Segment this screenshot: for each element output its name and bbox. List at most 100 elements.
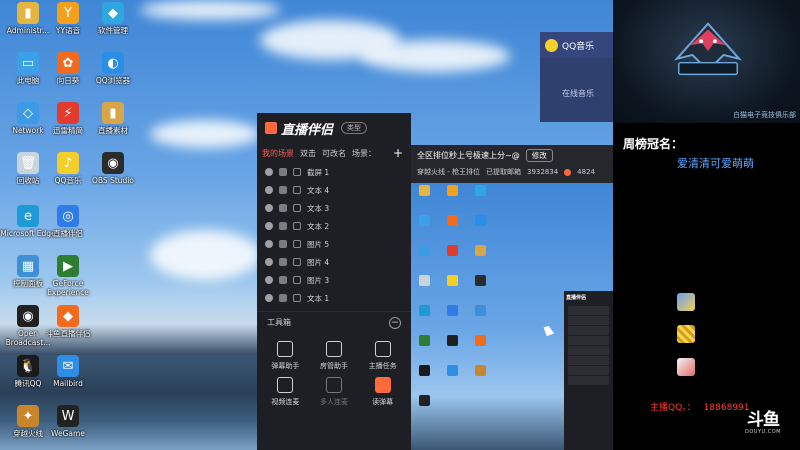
tool-label: 读弹幕 (372, 398, 394, 406)
desktop-icon[interactable]: ◎ 直播伴侣 (40, 205, 96, 239)
tool-label: 房管助手 (319, 362, 348, 370)
lock-icon[interactable] (279, 258, 287, 266)
app-icon: ◉ (17, 305, 39, 327)
lock-icon[interactable] (279, 204, 287, 212)
scene-item[interactable]: 文本 1 (257, 289, 411, 307)
tab-my-scenes[interactable]: 我的场景 (262, 148, 294, 159)
qq-music-tab[interactable]: 在线音乐 (540, 58, 613, 99)
desktop-icon[interactable]: ◐ QQ浏览器 (85, 52, 141, 86)
preview-app-icon (446, 335, 458, 346)
visibility-icon[interactable] (265, 240, 273, 248)
visibility-icon[interactable] (265, 204, 273, 212)
desktop-icon[interactable]: ◆ 斗鱼直播伴侣 (40, 305, 96, 339)
lock-icon[interactable] (279, 294, 287, 302)
preview-app-icon (418, 335, 430, 346)
preview-app-icon (418, 395, 430, 406)
visibility-icon[interactable] (265, 258, 273, 266)
cloud (150, 230, 260, 280)
scene-item[interactable]: 图片 5 (257, 235, 411, 253)
scene-item[interactable]: 文本 4 (257, 181, 411, 199)
visibility-icon[interactable] (265, 276, 273, 284)
multi-link-icon (325, 377, 342, 393)
scene-item[interactable]: 截屏 1 (257, 163, 411, 181)
source-type-icon (293, 186, 301, 194)
companion-brand: 直播伴侣 (281, 122, 334, 138)
visibility-icon[interactable] (265, 222, 273, 230)
tool-button[interactable]: 视频连麦 (261, 377, 310, 407)
preview-app-icon (474, 305, 486, 316)
app-icon: ✦ (17, 405, 39, 427)
preview-desktop-icon (471, 335, 489, 348)
add-scene-button[interactable]: + (393, 146, 403, 160)
app-icon: ✿ (57, 52, 79, 74)
desktop-icon[interactable]: W WeGame (40, 405, 96, 439)
streamer-qq: 主播QQ。： 18868991 (650, 400, 749, 413)
app-icon: 🗑 (17, 152, 39, 174)
preview-app-icon (418, 215, 430, 226)
app-icon: ✉ (57, 355, 79, 377)
desktop-icon[interactable]: ◆ 软件管理 (85, 2, 141, 36)
video-link-icon (277, 377, 294, 393)
tool-button[interactable]: 弹幕助手 (261, 341, 310, 371)
type-button[interactable]: 类型 (341, 122, 368, 134)
preview-app-icon (446, 275, 458, 286)
preview-desktop-icon (415, 395, 433, 408)
tool-button[interactable]: 主播任务 (358, 341, 407, 371)
preview-app-icon (418, 185, 430, 196)
visibility-icon[interactable] (265, 186, 273, 194)
lock-icon[interactable] (279, 186, 287, 194)
scene-item[interactable]: 图片 3 (257, 271, 411, 289)
scene-item[interactable]: 图片 4 (257, 253, 411, 271)
tool-button[interactable]: 读弹幕 (358, 377, 407, 407)
preview-desktop-icon (415, 335, 433, 348)
app-icon: ▮ (102, 102, 124, 124)
edit-title-button[interactable]: 修改 (525, 148, 553, 162)
qq-music-panel[interactable]: QQ音乐 在线音乐 (540, 32, 613, 122)
lock-icon[interactable] (279, 240, 287, 248)
tool-button[interactable]: 房管助手 (310, 341, 359, 371)
preview-app-icon (446, 365, 458, 376)
tab-scene[interactable]: 场景： (352, 148, 376, 159)
scene-item[interactable]: 文本 2 (257, 217, 411, 235)
tab-rename[interactable]: 可改名 (322, 148, 346, 159)
live-companion-window: 直播伴侣 类型 我的场景 双击 可改名 场景： + 截屏 1 文本 4 文本 3 文本… (257, 113, 411, 450)
tool-button[interactable]: 多人连麦 (310, 377, 359, 407)
desktop-icon-label: 软件管理 (98, 26, 128, 35)
lock-icon[interactable] (279, 168, 287, 176)
tab-double-click[interactable]: 双击 (300, 148, 316, 159)
nested-companion-window: 直播伴侣 (564, 291, 613, 450)
minimize-toolbox-button[interactable]: − (389, 316, 401, 329)
scene-item[interactable]: 文本 3 (257, 199, 411, 217)
preview-app-icon (446, 305, 458, 316)
app-icon: ◉ (102, 152, 124, 174)
preview-app-icon (446, 245, 458, 256)
weekly-sponsor-name: 爱清清可爱萌萌 (677, 157, 754, 170)
lock-icon[interactable] (279, 222, 287, 230)
preview-desktop-icon (471, 185, 489, 198)
visibility-icon[interactable] (265, 294, 273, 302)
desktop-icon[interactable]: ▶ GeForce Experience (40, 255, 96, 297)
desktop-icon[interactable]: ✉ Mailbird (40, 355, 96, 389)
source-type-icon (293, 276, 301, 284)
app-icon: ◆ (102, 2, 124, 24)
hot-icon (564, 168, 572, 176)
desktop-icon-label: Mailbird (53, 379, 83, 388)
brand-tag: 白猫电子竞技俱乐部 (733, 111, 796, 119)
nested-brand: 直播伴侣 (566, 295, 587, 301)
preview-desktop-icon (415, 365, 433, 378)
room-category[interactable]: 穿越火线 - 枪王排位 (417, 167, 480, 177)
card-gift-icon (677, 325, 695, 343)
desktop-icon-label: QQ浏览器 (95, 76, 131, 85)
desktop-icon[interactable]: ▮ 直播素材 (85, 102, 141, 136)
scene-label: 截屏 1 (307, 167, 330, 177)
scene-label: 文本 3 (307, 203, 330, 213)
preview-desktop-icon (415, 245, 433, 258)
lock-icon[interactable] (279, 276, 287, 284)
app-icon: 🐧 (17, 355, 39, 377)
app-icon: ▶ (57, 255, 79, 277)
desktop-icon-label: 直播素材 (98, 126, 128, 135)
visibility-icon[interactable] (265, 168, 273, 176)
desktop-icon[interactable]: ◉ OBS Studio (85, 152, 141, 186)
app-icon: ◎ (57, 205, 79, 227)
stream-title: 全区排位秒上号极速上分~@ (417, 150, 520, 160)
